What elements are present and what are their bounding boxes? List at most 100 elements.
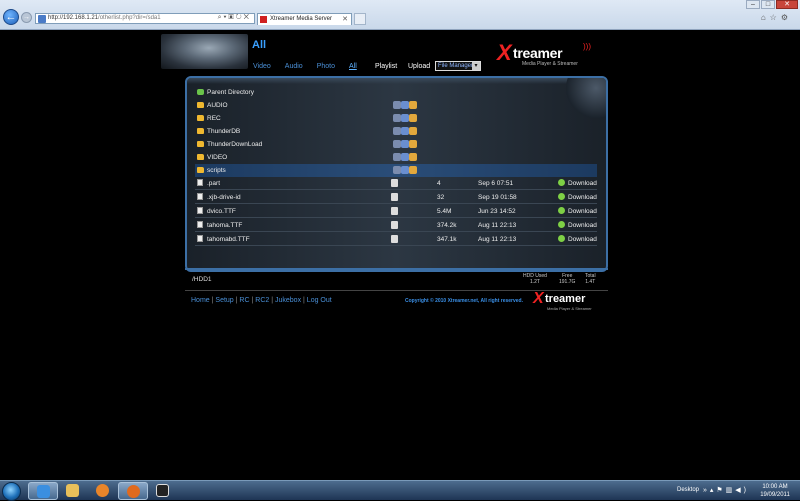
rename-icon[interactable] <box>393 140 401 148</box>
rename-file-icon[interactable] <box>391 221 398 229</box>
file-manager-dropdown[interactable]: File Manager ▾ <box>435 61 481 71</box>
rename-icon[interactable] <box>393 153 401 161</box>
back-arrow-icon[interactable]: ← <box>3 9 19 25</box>
upload-link[interactable]: Upload <box>408 63 430 70</box>
rename-icon[interactable] <box>393 101 401 109</box>
nav-all[interactable]: All <box>349 63 357 70</box>
folder-row[interactable]: VIDEO <box>195 151 597 164</box>
file-size: 374.2k <box>437 222 457 229</box>
rename-file-icon[interactable] <box>391 235 398 243</box>
new-tab-button[interactable] <box>354 13 366 25</box>
open-folder-icon[interactable] <box>409 127 417 135</box>
system-clock[interactable]: 10:00 AM 19/09/2011 <box>758 483 792 499</box>
footer-link-logout[interactable]: Log Out <box>307 297 332 304</box>
maximize-button[interactable]: □ <box>761 0 775 9</box>
file-row[interactable]: tahoma.TTF 374.2k Aug 11 22:13 Download <box>195 219 597 232</box>
address-bar[interactable]: http://192.168.1.21/otherlist.php?dir=/s… <box>35 13 255 24</box>
download-link[interactable]: Download <box>568 208 597 215</box>
url-text[interactable]: http://192.168.1.21/otherlist.php?dir=/s… <box>48 15 161 21</box>
taskbar-xtreamer-button[interactable] <box>148 482 178 500</box>
download-icon[interactable] <box>558 235 565 242</box>
rename-icon[interactable] <box>393 166 401 174</box>
start-button[interactable] <box>2 482 21 501</box>
download-link[interactable]: Download <box>568 194 597 201</box>
taskbar-firefox-button[interactable] <box>118 482 148 500</box>
forward-arrow-icon[interactable]: → <box>21 12 32 23</box>
browser-tab[interactable]: Xtreamer Media Server ✕ <box>257 13 352 25</box>
media-nav: Video Audio Photo All <box>253 63 357 70</box>
download-link[interactable]: Download <box>568 222 597 229</box>
tab-close-icon[interactable]: ✕ <box>342 15 348 23</box>
folder-row[interactable]: REC <box>195 112 597 125</box>
desktop-toolbar-label[interactable]: Desktop <box>677 487 699 493</box>
nav-video[interactable]: Video <box>253 63 271 70</box>
file-date: Aug 11 22:13 <box>478 236 517 243</box>
footer-link-rc2[interactable]: RC2 <box>255 297 269 304</box>
folder-name: REC <box>207 115 221 122</box>
download-link[interactable]: Download <box>568 180 597 187</box>
taskbar-ie-button[interactable] <box>28 482 58 500</box>
footer-logo-text: treamer <box>545 293 586 305</box>
open-folder-icon[interactable] <box>409 140 417 148</box>
file-row[interactable]: .xjb-drive-id 32 Sep 19 01:58 Download <box>195 191 597 204</box>
hdd-used: HDD Used 1.2T <box>523 273 547 285</box>
address-bar-icons[interactable]: ⌕▾▣↻✕ <box>218 14 251 22</box>
folder-row-selected[interactable]: scripts <box>195 164 597 177</box>
file-date: Aug 11 22:13 <box>478 222 517 229</box>
folder-icon <box>197 141 204 147</box>
folder-row[interactable]: ThunderDownLoad <box>195 138 597 151</box>
open-folder-icon[interactable] <box>409 166 417 174</box>
footer-link-setup[interactable]: Setup <box>215 297 233 304</box>
move-icon[interactable] <box>401 153 409 161</box>
copyright-text: Copyright © 2010 Xtreamer.net, All right… <box>405 298 523 304</box>
url-path: /otherlist.php?dir=/sda1 <box>98 15 161 21</box>
logo-tagline: Media Player & Streamer <box>522 61 578 67</box>
move-icon[interactable] <box>401 166 409 174</box>
move-icon[interactable] <box>401 114 409 122</box>
nav-photo[interactable]: Photo <box>317 63 335 70</box>
folder-actions <box>393 140 417 148</box>
footer-link-home[interactable]: Home <box>191 297 210 304</box>
taskbar-explorer-button[interactable] <box>58 482 88 500</box>
file-row[interactable]: tahomabd.TTF 347.1k Aug 11 22:13 Downloa… <box>195 233 597 246</box>
download-icon[interactable] <box>558 179 565 186</box>
file-date: Jun 23 14:52 <box>478 208 516 215</box>
file-icon <box>197 179 203 186</box>
open-folder-icon[interactable] <box>409 114 417 122</box>
rename-icon[interactable] <box>393 127 401 135</box>
rename-file-icon[interactable] <box>391 207 398 215</box>
file-row[interactable]: dvico.TTF 5.4M Jun 23 14:52 Download <box>195 205 597 218</box>
taskbar-media-player-button[interactable] <box>88 482 118 500</box>
chevron-down-icon: ▾ <box>472 62 480 70</box>
file-row[interactable]: .part 4 Sep 6 07:51 Download <box>195 177 597 190</box>
folder-row[interactable]: ThunderDB <box>195 125 597 138</box>
footer-link-jukebox[interactable]: Jukebox <box>275 297 301 304</box>
move-icon[interactable] <box>401 140 409 148</box>
open-folder-icon[interactable] <box>409 101 417 109</box>
parent-directory-row[interactable]: Parent Directory <box>195 86 597 99</box>
close-window-button[interactable]: ✕ <box>776 0 798 9</box>
minimize-button[interactable]: – <box>746 0 760 9</box>
download-link[interactable]: Download <box>568 236 597 243</box>
download-icon[interactable] <box>558 221 565 228</box>
open-folder-icon[interactable] <box>409 153 417 161</box>
rename-file-icon[interactable] <box>391 179 398 187</box>
folder-row[interactable]: AUDIO <box>195 99 597 112</box>
move-icon[interactable] <box>401 101 409 109</box>
folder-actions <box>393 127 417 135</box>
system-tray-icons[interactable]: »▴⚑▥◀) <box>703 486 749 494</box>
nav-audio[interactable]: Audio <box>285 63 303 70</box>
parent-directory-icon <box>197 89 204 95</box>
move-icon[interactable] <box>401 127 409 135</box>
hdd-info-bar: /HDD1 HDD Used 1.2T Free 191.7G Total 1.… <box>185 268 608 288</box>
rename-icon[interactable] <box>393 114 401 122</box>
download-icon[interactable] <box>558 193 565 200</box>
browser-toolbar-icons[interactable]: ⌂☆⚙ <box>761 13 792 22</box>
logo-text: treamer <box>513 45 563 61</box>
footer-link-rc[interactable]: RC <box>239 297 249 304</box>
playlist-link[interactable]: Playlist <box>375 63 397 70</box>
clock-date: 19/09/2011 <box>760 492 790 498</box>
download-icon[interactable] <box>558 207 565 214</box>
footer-logo-tagline: Media Player & Streamer <box>547 306 592 311</box>
rename-file-icon[interactable] <box>391 193 398 201</box>
